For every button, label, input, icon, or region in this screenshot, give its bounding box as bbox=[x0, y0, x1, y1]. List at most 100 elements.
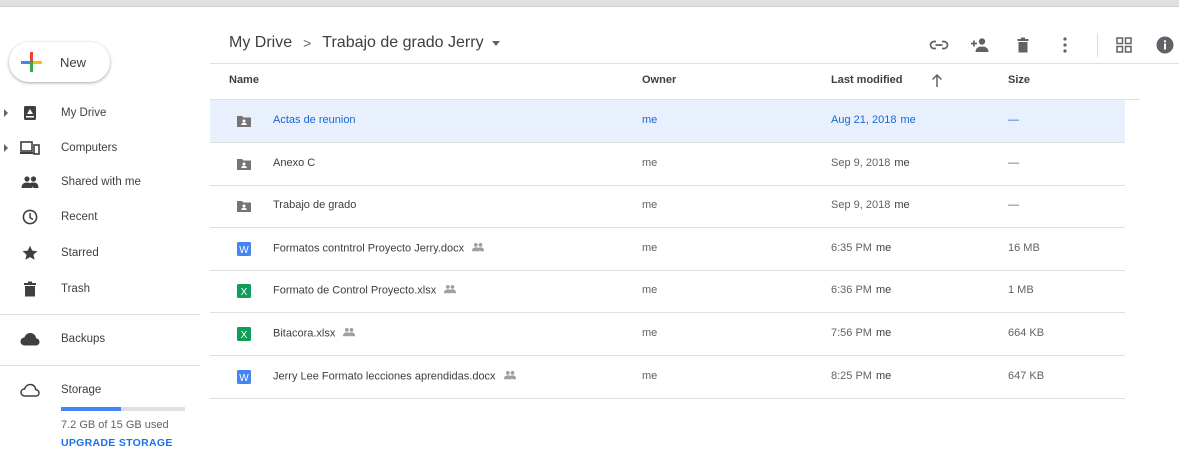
link-icon[interactable] bbox=[928, 34, 950, 56]
column-header-size[interactable]: Size bbox=[1008, 74, 1030, 86]
sidebar-item-label: Computers bbox=[61, 142, 118, 154]
trash-icon[interactable] bbox=[1012, 34, 1034, 56]
sidebar-item-computers[interactable]: Computers bbox=[0, 133, 200, 163]
modified-by: me bbox=[894, 199, 910, 211]
file-size: — bbox=[1008, 157, 1019, 169]
sidebar-item-backups[interactable]: Backups bbox=[0, 324, 200, 354]
file-name-text: Jerry Lee Formato lecciones aprendidas.d… bbox=[273, 370, 496, 383]
file-owner: me bbox=[642, 242, 658, 254]
column-header-name[interactable]: Name bbox=[229, 74, 259, 86]
file-last-modified: Aug 21, 2018 me bbox=[831, 114, 916, 126]
modified-date: 6:35 PM bbox=[831, 242, 872, 254]
file-row[interactable]: X Formato de Control Proyecto.xlsx me 6:36 … bbox=[210, 270, 1125, 313]
modified-date: Sep 9, 2018 bbox=[831, 157, 891, 169]
modified-by: me bbox=[875, 327, 892, 339]
file-last-modified: Sep 9, 2018 me bbox=[831, 199, 910, 211]
file-last-modified: 7:56 PM me bbox=[831, 327, 891, 339]
sidebar-item-label: Recent bbox=[61, 211, 98, 223]
excel-sheet-icon: X bbox=[236, 283, 252, 299]
sidebar-item-trash[interactable]: Trash bbox=[0, 274, 200, 304]
new-button-label: New bbox=[60, 55, 87, 70]
file-name: Anexo C bbox=[273, 157, 315, 169]
grid-view-icon[interactable] bbox=[1113, 34, 1135, 56]
file-owner: me bbox=[642, 327, 658, 339]
file-last-modified: 6:35 PM me bbox=[831, 242, 891, 254]
file-row[interactable]: Trabajo de grado me Sep 9, 2018 me — bbox=[210, 185, 1125, 228]
sidebar: New My Drive Computers Shared with me Re… bbox=[0, 0, 210, 449]
modified-date: Sep 9, 2018 bbox=[831, 199, 891, 211]
file-owner: me bbox=[642, 284, 658, 296]
expand-caret-icon[interactable] bbox=[4, 144, 8, 152]
shared-people-icon bbox=[342, 327, 356, 340]
file-row[interactable]: Anexo Cme Sep 9, 2018 me — bbox=[210, 143, 1125, 186]
file-row[interactable]: X Bitacora.xlsx me 7:56 PM me 664 KB bbox=[210, 313, 1125, 356]
sidebar-item-recent[interactable]: Recent bbox=[0, 202, 200, 232]
shared-people-icon bbox=[471, 242, 485, 255]
info-icon[interactable] bbox=[1154, 34, 1176, 56]
sidebar-item-storage[interactable]: Storage bbox=[0, 375, 200, 405]
modified-by: me bbox=[875, 242, 892, 254]
file-name: Formatos contntrol Proyecto Jerry.docx bbox=[273, 242, 485, 255]
cloud-icon bbox=[20, 329, 40, 349]
shared-with-me-icon bbox=[20, 172, 40, 192]
sidebar-item-label: Storage bbox=[61, 384, 102, 396]
modified-date: Aug 21, 2018 bbox=[831, 114, 897, 126]
column-header-last-modified[interactable]: Last modified bbox=[831, 74, 903, 86]
star-icon bbox=[20, 243, 40, 263]
computers-icon bbox=[20, 138, 40, 158]
clock-icon bbox=[20, 207, 40, 227]
file-row[interactable]: W Jerry Lee Formato lecciones aprendidas.… bbox=[210, 356, 1125, 399]
breadcrumb-separator: > bbox=[303, 35, 312, 51]
modified-date: 6:36 PM bbox=[831, 284, 872, 296]
file-name: Jerry Lee Formato lecciones aprendidas.d… bbox=[273, 370, 517, 383]
file-size: 16 MB bbox=[1008, 242, 1040, 254]
file-owner: me bbox=[642, 114, 658, 126]
sidebar-item-my-drive[interactable]: My Drive bbox=[0, 98, 200, 128]
file-row[interactable]: W Formatos contntrol Proyecto Jerry.docx m… bbox=[210, 228, 1125, 271]
file-name-text: Bitacora.xlsx bbox=[273, 327, 336, 340]
excel-sheet-icon: X bbox=[236, 326, 252, 342]
header-divider bbox=[210, 63, 1179, 64]
modified-date: 7:56 PM bbox=[831, 327, 872, 339]
sidebar-divider bbox=[0, 365, 200, 366]
file-name-text: Trabajo de grado bbox=[273, 199, 357, 211]
upgrade-storage-link[interactable]: UPGRADE STORAGE bbox=[61, 437, 173, 449]
storage-usage-bar bbox=[61, 407, 185, 411]
file-last-modified: 8:25 PM me bbox=[831, 370, 891, 382]
sidebar-item-starred[interactable]: Starred bbox=[0, 238, 200, 268]
word-doc-icon: W bbox=[236, 369, 252, 385]
new-button[interactable]: New bbox=[9, 42, 110, 82]
word-doc-icon: W bbox=[236, 241, 252, 257]
shared-folder-icon bbox=[236, 156, 252, 172]
file-owner: me bbox=[642, 370, 658, 382]
sort-arrow-up-icon[interactable] bbox=[931, 74, 943, 88]
expand-caret-icon[interactable] bbox=[4, 109, 8, 117]
more-vert-icon[interactable] bbox=[1054, 34, 1076, 56]
modified-by: me bbox=[894, 157, 910, 169]
storage-used-text: 7.2 GB of 15 GB used bbox=[61, 419, 169, 431]
file-name: Formato de Control Proyecto.xlsx bbox=[273, 284, 457, 297]
folder-menu-caret-icon[interactable] bbox=[491, 40, 500, 46]
svg-text:X: X bbox=[241, 287, 248, 298]
file-owner: me bbox=[642, 199, 658, 211]
file-row[interactable]: Actas de reunion me Aug 21, 2018 me — bbox=[210, 100, 1125, 143]
modified-by: me bbox=[875, 284, 892, 296]
shared-people-icon bbox=[443, 284, 457, 297]
breadcrumb-my-drive[interactable]: My Drive bbox=[229, 34, 292, 52]
sidebar-item-label: My Drive bbox=[61, 107, 107, 119]
shared-folder-icon bbox=[236, 113, 252, 129]
modified-by: me bbox=[900, 114, 916, 126]
file-name: Bitacora.xlsx bbox=[273, 327, 356, 340]
modified-date: 8:25 PM bbox=[831, 370, 872, 382]
sidebar-item-shared-with-me[interactable]: Shared with me bbox=[0, 167, 200, 197]
add-person-icon[interactable] bbox=[969, 34, 991, 56]
shared-folder-icon bbox=[236, 198, 252, 214]
file-last-modified: 6:36 PM me bbox=[831, 284, 891, 296]
file-size: — bbox=[1008, 199, 1019, 211]
toolbar-divider bbox=[1097, 33, 1098, 57]
sidebar-item-label: Shared with me bbox=[61, 176, 141, 188]
svg-text:W: W bbox=[239, 373, 249, 384]
file-size: — bbox=[1008, 114, 1019, 126]
breadcrumb-current-folder[interactable]: Trabajo de grado Jerry bbox=[322, 34, 483, 52]
column-header-owner[interactable]: Owner bbox=[642, 74, 676, 86]
